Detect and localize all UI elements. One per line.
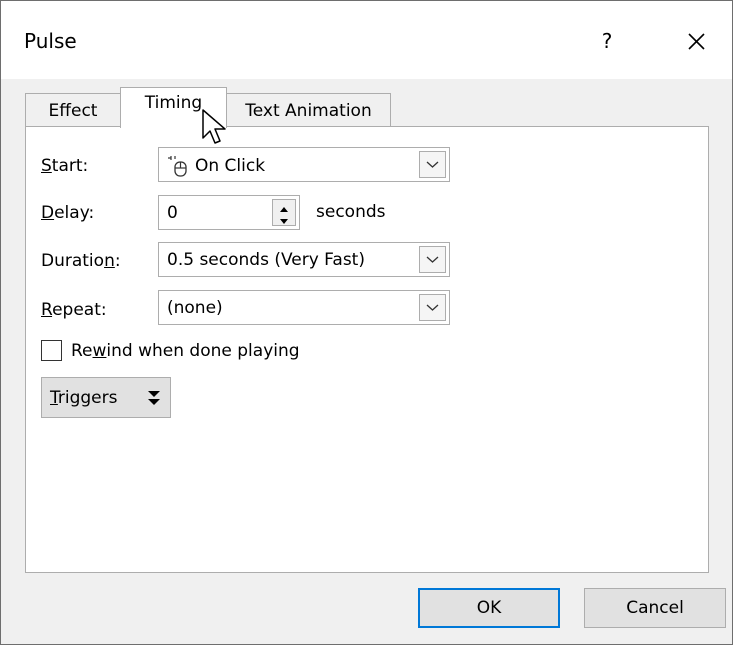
- close-button[interactable]: [673, 21, 719, 61]
- delay-spinner: [158, 195, 300, 230]
- start-label: Start:: [41, 156, 89, 176]
- tab-text-animation[interactable]: Text Animation: [226, 93, 391, 127]
- start-dropdown-arrow[interactable]: [419, 151, 446, 178]
- triangle-down-icon: [280, 219, 288, 224]
- triggers-button[interactable]: Triggers: [41, 377, 171, 418]
- close-icon: [688, 33, 705, 50]
- duration-value: 0.5 seconds (Very Fast): [167, 250, 365, 270]
- duration-label: Duration:: [41, 251, 121, 271]
- help-button[interactable]: ?: [587, 21, 627, 61]
- repeat-label: Repeat:: [41, 300, 107, 320]
- double-chevron-down-icon: [148, 391, 160, 405]
- repeat-value: (none): [167, 298, 223, 318]
- dialog-title: Pulse: [24, 29, 77, 53]
- chevron-down-icon: [426, 161, 439, 168]
- tab-effect[interactable]: Effect: [25, 93, 121, 127]
- delay-unit-label: seconds: [316, 202, 386, 222]
- mouse-click-icon: [168, 156, 187, 177]
- start-value: On Click: [195, 156, 266, 176]
- duration-dropdown[interactable]: 0.5 seconds (Very Fast): [158, 242, 450, 277]
- delay-increase-button[interactable]: [273, 200, 295, 212]
- delay-spin-buttons: [272, 199, 296, 226]
- repeat-dropdown[interactable]: (none): [158, 290, 450, 325]
- delay-input[interactable]: [159, 196, 264, 229]
- chevron-down-icon: [426, 256, 439, 263]
- repeat-dropdown-arrow[interactable]: [419, 294, 446, 321]
- delay-label: Delay:: [41, 203, 95, 223]
- duration-dropdown-arrow[interactable]: [419, 246, 446, 273]
- chevron-down-icon: [426, 304, 439, 311]
- cancel-button[interactable]: Cancel: [584, 588, 726, 628]
- rewind-label: Rewind when done playing: [71, 341, 300, 361]
- ok-button[interactable]: OK: [418, 588, 560, 628]
- triggers-label: Triggers: [50, 388, 118, 408]
- rewind-checkbox[interactable]: [41, 340, 62, 361]
- title-bar: Pulse ?: [1, 1, 732, 79]
- delay-decrease-button[interactable]: [273, 213, 295, 225]
- mouse-pointer-icon: [202, 109, 226, 144]
- pulse-dialog: Pulse ? Effect Timing Text Animation Sta…: [0, 0, 733, 645]
- start-dropdown[interactable]: On Click: [158, 147, 450, 182]
